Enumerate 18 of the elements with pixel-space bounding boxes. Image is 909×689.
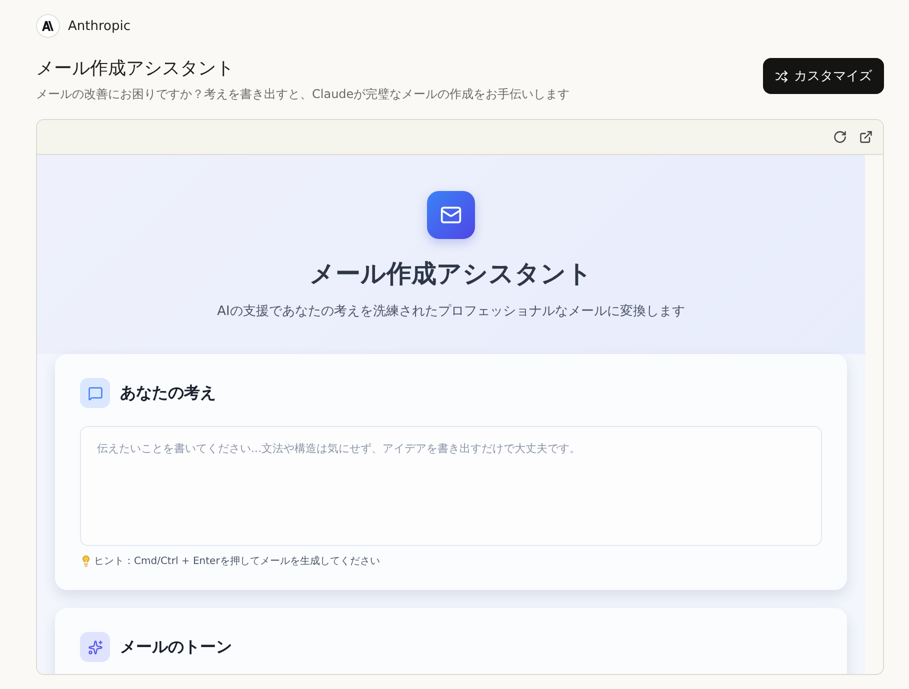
customize-button[interactable]: カスタマイズ xyxy=(763,58,884,94)
app-subtitle: AIの支援であなたの考えを洗練されたプロフェッショナルなメールに変換します xyxy=(217,303,685,320)
page-title: メール作成アシスタント xyxy=(36,57,235,80)
section-title: あなたの考え xyxy=(120,382,216,404)
thoughts-input-field[interactable]: 伝えたいことを書いてください...文法や構造は気にせず、アイデアを書き出すだけで大丈夫です。 xyxy=(80,426,822,546)
brand-name: Anthropic xyxy=(68,18,130,34)
logo-icon xyxy=(36,14,60,38)
lightbulb-icon xyxy=(80,555,92,567)
shuffle-icon xyxy=(775,70,788,82)
external-link-icon[interactable] xyxy=(859,130,873,144)
hint-text: ヒント：Cmd/Ctrl + Enterを押してメールを生成してください xyxy=(94,554,380,568)
section-title: メールのトーン xyxy=(120,636,232,658)
refresh-icon[interactable] xyxy=(833,130,847,144)
app-title: メール作成アシスタント xyxy=(310,258,592,290)
speech-bubble-icon xyxy=(80,378,110,408)
sparkles-icon xyxy=(80,632,110,662)
mail-icon xyxy=(427,191,475,239)
page-subtitle: メールの改善にお困りですか？考えを書き出すと、Claudeが完璧なメールの作成をお手伝いします xyxy=(36,86,570,103)
